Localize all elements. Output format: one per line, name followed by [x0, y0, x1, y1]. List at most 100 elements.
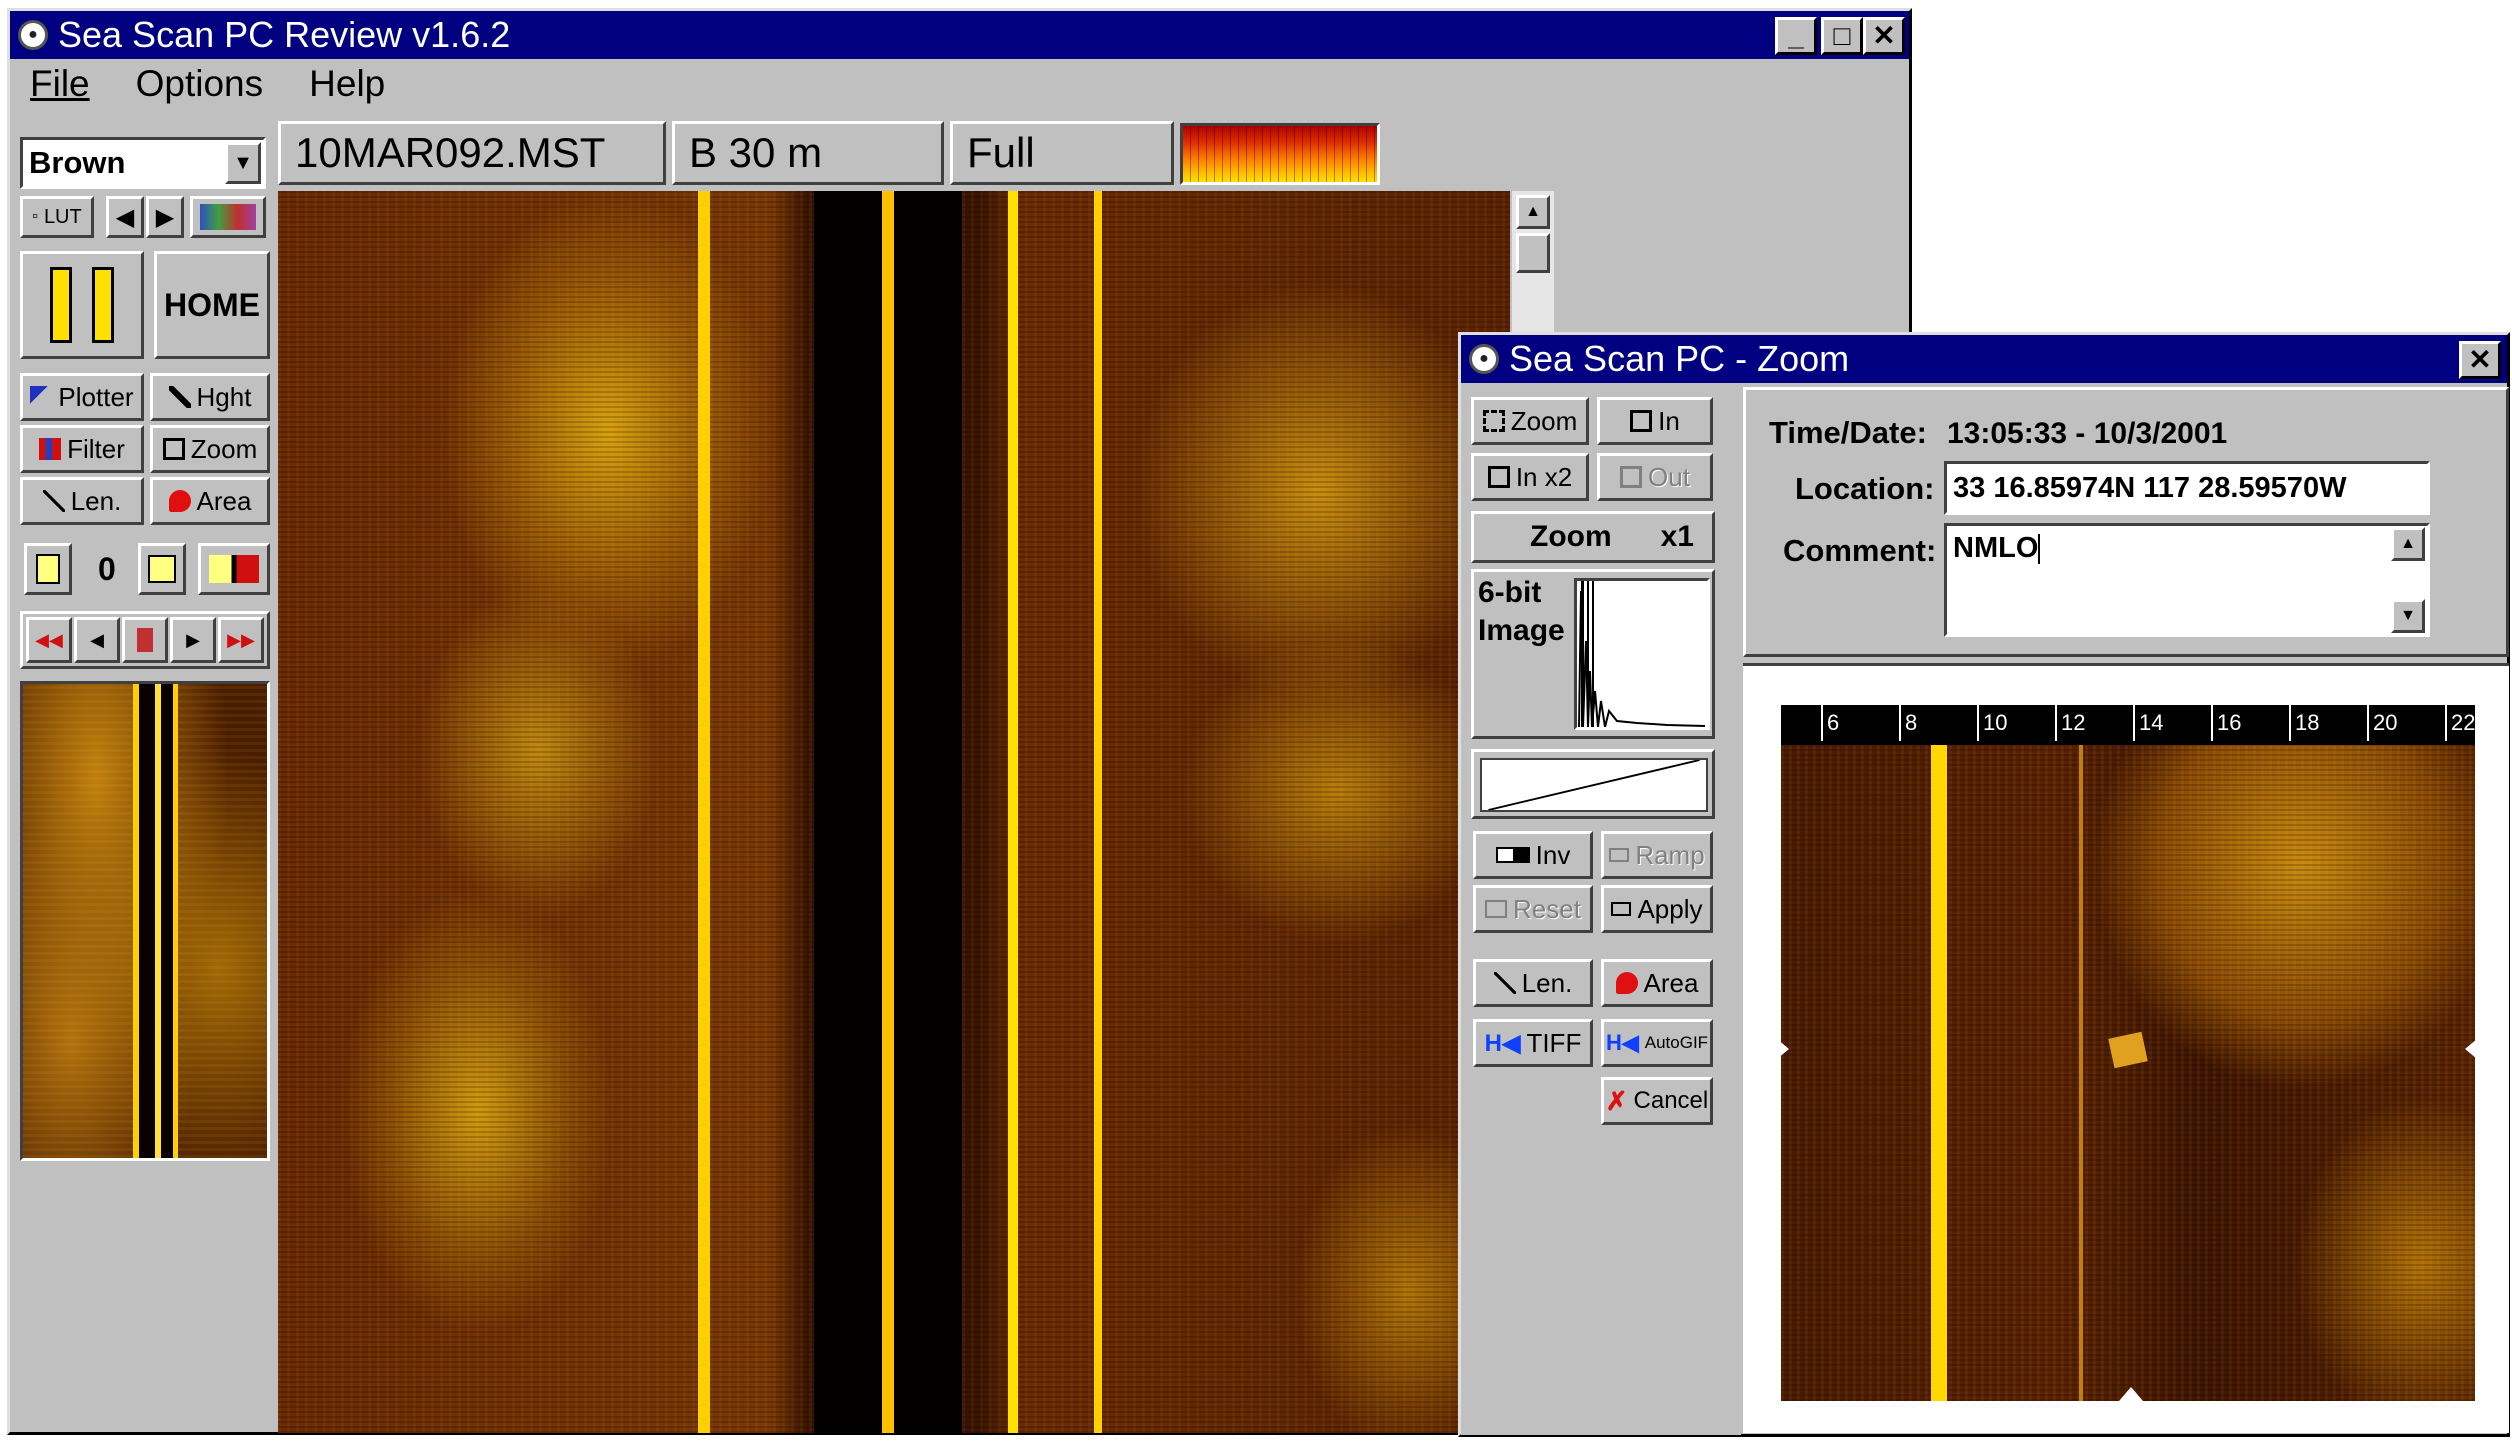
menu-help[interactable]: Help	[309, 63, 385, 105]
length-button[interactable]: Len.	[20, 477, 144, 525]
zoom-area-button[interactable]: Area	[1601, 959, 1713, 1007]
palette-cycle-button[interactable]	[190, 196, 266, 238]
ruler-tick-12: 12	[2055, 705, 2085, 741]
minimize-button[interactable]: _	[1775, 17, 1817, 55]
height-button[interactable]: Hght	[150, 373, 270, 421]
ruler-tick-18: 18	[2289, 705, 2319, 741]
area-icon	[168, 490, 191, 512]
zoom-length-button[interactable]: Len.	[1473, 959, 1593, 1007]
cancel-button[interactable]: ✗ Cancel	[1601, 1077, 1713, 1125]
apply-icon	[1611, 902, 1632, 916]
rewind-button[interactable]: ◀	[74, 617, 120, 663]
invert-button[interactable]: Inv	[1473, 831, 1593, 879]
settings-button[interactable]	[20, 251, 144, 359]
overview-thumbnail[interactable]	[20, 681, 270, 1161]
sonar-image[interactable]	[278, 191, 1510, 1433]
image-depth-label-1: 6-bit	[1478, 576, 1542, 609]
home-button[interactable]: HOME	[154, 251, 270, 359]
arrow-right-icon: ▶	[155, 203, 175, 231]
comment-label: Comment:	[1783, 533, 1937, 568]
reset-button[interactable]: Reset	[1473, 885, 1593, 933]
ramp-button[interactable]: Ramp	[1601, 831, 1713, 879]
fast-forward-button[interactable]: ▶▶	[218, 617, 264, 663]
marker-goto-button[interactable]	[198, 543, 270, 595]
arrow-left-icon: ◀	[115, 203, 135, 231]
comment-field[interactable]: NMLO	[1944, 523, 2430, 637]
zoom-sonar-image[interactable]	[1781, 745, 2475, 1401]
marker-list-button[interactable]	[138, 543, 186, 595]
lut-button[interactable]: ▫ LUT	[20, 196, 94, 238]
left-marker-icon	[1777, 1039, 1789, 1059]
close-icon: ✗	[1605, 1085, 1628, 1116]
zoom-out-button[interactable]: Out	[1597, 453, 1713, 501]
zoom-in-icon	[1630, 410, 1653, 432]
filter-button[interactable]: Filter	[20, 425, 144, 473]
plotter-button[interactable]: Plotter	[20, 373, 144, 421]
location-label: Location:	[1795, 471, 1935, 506]
play-icon: ▶	[186, 629, 200, 650]
comment-scroll-down[interactable]: ▼	[2391, 599, 2425, 633]
play-button[interactable]: ▶	[170, 617, 216, 663]
app-icon: ●	[1469, 344, 1499, 374]
ruler-tick-14: 14	[2133, 705, 2163, 741]
main-title-bar[interactable]: ● Sea Scan PC Review v1.6.2 _ □ ✕	[10, 11, 1909, 59]
height-icon	[168, 386, 191, 408]
area-icon	[1615, 972, 1638, 994]
target-object[interactable]	[2108, 1031, 2148, 1069]
marker-count: 0	[98, 551, 116, 587]
new-marker-button[interactable]	[24, 543, 72, 595]
rewind-fast-icon: ◀◀	[35, 629, 63, 650]
close-button[interactable]: ✕	[1863, 17, 1905, 55]
color-palette-strip	[1180, 123, 1380, 185]
menu-options[interactable]: Options	[136, 63, 264, 105]
reset-icon	[1485, 900, 1508, 918]
zoom-in-x2-icon	[1487, 466, 1510, 488]
next-palette-button[interactable]: ▶	[146, 196, 184, 238]
view-mode-field: Full	[950, 121, 1174, 185]
ramp-panel	[1471, 749, 1715, 819]
ruler-tick-10: 10	[1977, 705, 2007, 741]
maximize-button[interactable]: □	[1821, 17, 1863, 55]
text-cursor	[2038, 534, 2041, 565]
tiff-button[interactable]: H◀ TIFF	[1473, 1019, 1593, 1067]
zoom-in-x2-button[interactable]: In x2	[1471, 453, 1589, 501]
histogram-panel: 6-bit Image	[1471, 569, 1715, 739]
apply-button[interactable]: Apply	[1601, 885, 1713, 933]
filter-icon	[39, 438, 62, 460]
lut-icon: ▫	[32, 208, 38, 225]
menu-bar: File Options Help	[10, 59, 1909, 109]
stop-button[interactable]	[122, 617, 168, 663]
scroll-up-button[interactable]: ▲	[1516, 195, 1550, 229]
palette-select[interactable]: Brown ▼	[20, 137, 266, 189]
marker-goto-icon	[209, 555, 259, 583]
main-window-title: Sea Scan PC Review v1.6.2	[58, 14, 511, 55]
stop-icon	[137, 628, 153, 652]
zoom-icon	[162, 438, 185, 460]
comment-scroll-up[interactable]: ▲	[2391, 527, 2425, 561]
location-field[interactable]: 33 16.85974N 117 28.59570W	[1944, 461, 2430, 515]
menu-file[interactable]: File	[30, 63, 90, 105]
marker-list-icon	[148, 555, 176, 583]
zoom-out-icon	[1620, 466, 1643, 488]
app-icon: ●	[18, 20, 48, 50]
wrench-icon	[50, 267, 72, 343]
document-icon	[36, 554, 60, 584]
time-date-value: 13:05:33 - 10/3/2001	[1947, 417, 2228, 450]
zoom-button[interactable]: Zoom	[1471, 397, 1589, 445]
rewind-fast-button[interactable]: ◀◀	[26, 617, 72, 663]
length-icon	[1493, 972, 1516, 994]
zoom-close-button[interactable]: ✕	[2459, 341, 2501, 379]
area-button[interactable]: Area	[150, 477, 270, 525]
file-name-field: 10MAR092.MST	[278, 121, 666, 185]
invert-icon	[1495, 847, 1530, 863]
zoom-in-button[interactable]: In	[1597, 397, 1713, 445]
zoom-tool-button[interactable]: Zoom	[150, 425, 270, 473]
chevron-down-icon[interactable]: ▼	[225, 142, 261, 184]
zoom-level-display: Zoom x1	[1471, 511, 1715, 563]
zoom-title-bar[interactable]: ● Sea Scan PC - Zoom ✕	[1461, 335, 2507, 383]
ruler-tick-6: 6	[1821, 705, 1839, 741]
autogif-button[interactable]: H◀ AutoGIF	[1601, 1019, 1713, 1067]
scroll-thumb[interactable]	[1516, 233, 1550, 273]
bottom-marker-icon	[2119, 1387, 2143, 1401]
prev-palette-button[interactable]: ◀	[106, 196, 144, 238]
